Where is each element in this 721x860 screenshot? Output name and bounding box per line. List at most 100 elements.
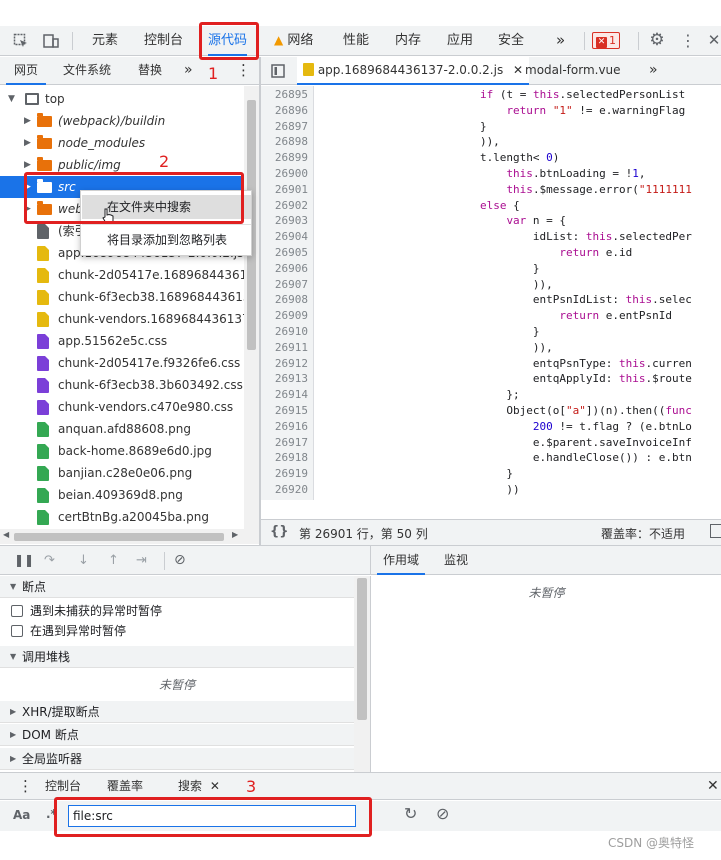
tree-item[interactable]: chunk-6f3ecb38.1689684436137 <box>0 286 244 308</box>
device-toolbar-icon[interactable] <box>38 26 64 55</box>
nav-tab-overrides[interactable]: 替换 <box>138 57 162 84</box>
code-line[interactable]: } <box>321 119 487 135</box>
expanded-triangle-icon[interactable]: ▼ <box>8 88 15 110</box>
clear-icon[interactable]: ⊘ <box>436 804 449 823</box>
editor-tab-app-js[interactable]: app.1689684436137-2.0.0.2.js ✕ <box>297 57 530 85</box>
code-line[interactable]: entqPsnType: this.curren <box>321 356 692 372</box>
tree-item[interactable]: beian.409369d8.png <box>0 484 244 506</box>
close-drawer-icon[interactable]: ✕ <box>707 773 719 799</box>
nav-tab-filesystem[interactable]: 文件系统 <box>63 57 111 84</box>
code-line[interactable]: this.btnLoading = !1, <box>321 166 645 182</box>
line-number[interactable]: 26907 <box>261 277 308 293</box>
error-count-badge[interactable]: ✕ 1 <box>592 32 620 49</box>
gear-icon[interactable]: ⚙ <box>646 26 668 55</box>
section-global-listeners[interactable]: ▶ 全局监听器 <box>0 748 354 770</box>
refresh-icon[interactable]: ↻ <box>404 804 417 823</box>
step-over-icon[interactable]: ↷ <box>44 546 55 575</box>
line-number[interactable]: 26895 <box>261 87 308 103</box>
line-number[interactable]: 26919 <box>261 466 308 482</box>
code-line[interactable]: )) <box>321 482 519 498</box>
code-line[interactable]: )), <box>321 340 553 356</box>
pause-uncaught-checkbox[interactable] <box>11 605 23 617</box>
line-number[interactable]: 26900 <box>261 166 308 182</box>
debugger-scroll-thumb[interactable] <box>357 578 367 720</box>
line-number[interactable]: 26903 <box>261 213 308 229</box>
line-number[interactable]: 26904 <box>261 229 308 245</box>
line-number[interactable]: 26916 <box>261 419 308 435</box>
line-number[interactable]: 26898 <box>261 134 308 150</box>
nav-more-button[interactable]: » <box>184 57 193 84</box>
close-icon[interactable]: ✕ <box>706 26 721 55</box>
line-number[interactable]: 26913 <box>261 371 308 387</box>
code-line[interactable]: return "1" != e.warningFlag <box>321 103 685 119</box>
pause-uncaught-row[interactable]: 遇到未捕获的异常时暂停 <box>0 601 354 621</box>
code-line[interactable]: } <box>321 466 513 482</box>
line-number-gutter[interactable]: 26895 26896 26897 26898 26899 26900 26901 26902… <box>261 86 314 500</box>
line-number[interactable]: 26917 <box>261 435 308 451</box>
pretty-print-icon[interactable]: {} <box>270 524 289 539</box>
code-line[interactable]: }; <box>321 387 519 403</box>
pause-caught-row[interactable]: 在遇到异常时暂停 <box>0 621 354 641</box>
code-line[interactable]: e.$parent.saveInvoiceInf <box>321 435 692 451</box>
tree-item[interactable]: app.51562e5c.css <box>0 330 244 352</box>
tree-item[interactable]: chunk-2d05417e.f9326fe6.css <box>0 352 244 374</box>
pause-caught-checkbox[interactable] <box>11 625 23 637</box>
pause-icon[interactable]: ❚❚ <box>14 546 34 575</box>
nav-kebab-icon[interactable]: ⋮ <box>236 57 251 84</box>
tab-console[interactable]: 控制台 <box>144 26 183 55</box>
drawer-tab-console[interactable]: 控制台 <box>45 773 81 799</box>
code-line[interactable]: else { <box>321 198 520 214</box>
file-tree-hscroll-thumb[interactable] <box>14 533 224 541</box>
tree-item[interactable]: back-home.8689e6d0.jpg <box>0 440 244 462</box>
kebab-menu-icon[interactable]: ⋮ <box>678 26 698 55</box>
more-tabs-button[interactable]: » <box>556 26 565 55</box>
line-number[interactable]: 26905 <box>261 245 308 261</box>
tree-item[interactable]: ▶ (webpack)/buildin <box>0 110 244 132</box>
step-into-icon[interactable]: ↓ <box>78 546 89 575</box>
line-number[interactable]: 26899 <box>261 150 308 166</box>
close-tab-icon[interactable]: ✕ <box>513 63 523 77</box>
tab-performance[interactable]: 性能 <box>343 26 369 55</box>
line-number[interactable]: 26902 <box>261 198 308 214</box>
toggle-navigator-icon[interactable] <box>269 57 287 86</box>
step-out-icon[interactable]: ↑ <box>108 546 119 575</box>
section-breakpoints[interactable]: ▼ 断点 <box>0 576 354 598</box>
tab-elements[interactable]: 元素 <box>92 26 118 55</box>
code-line[interactable]: } <box>321 261 540 277</box>
section-xhr-breakpoints[interactable]: ▶ XHR/提取断点 <box>0 701 354 723</box>
inspect-element-icon[interactable] <box>8 26 34 55</box>
code-line[interactable]: e.handleClose()) : e.btn <box>321 450 692 466</box>
line-number[interactable]: 26906 <box>261 261 308 277</box>
tree-item[interactable]: banjian.c28e0e06.png <box>0 462 244 484</box>
drawer-tab-search[interactable]: 搜索 ✕ <box>172 773 240 800</box>
tab-memory[interactable]: 内存 <box>395 26 421 55</box>
line-number[interactable]: 26901 <box>261 182 308 198</box>
code-line[interactable]: idList: this.selectedPer <box>321 229 692 245</box>
drawer-tab-coverage[interactable]: 覆盖率 <box>107 773 143 799</box>
code-line[interactable]: 200 != t.flag ? (e.btnLo <box>321 419 692 435</box>
section-dom-breakpoints[interactable]: ▶ DOM 断点 <box>0 724 354 746</box>
line-number[interactable]: 26914 <box>261 387 308 403</box>
line-number[interactable]: 26912 <box>261 356 308 372</box>
deactivate-breakpoints-icon[interactable]: ⊘ <box>174 546 186 575</box>
code-line[interactable]: t.length< 0) <box>321 150 559 166</box>
collapsed-triangle-icon[interactable]: ▶ <box>24 110 31 132</box>
code-line[interactable]: Object(o["a"])(n).then((func <box>321 403 691 419</box>
step-icon[interactable]: ⇥ <box>136 546 147 575</box>
line-number[interactable]: 26896 <box>261 103 308 119</box>
tree-item[interactable]: anquan.afd88608.png <box>0 418 244 440</box>
sidebar-toggle-icon[interactable] <box>710 524 721 538</box>
tree-item[interactable]: chunk-2d05417e.1689684436137 <box>0 264 244 286</box>
scroll-right-icon[interactable]: ▶ <box>232 530 238 539</box>
tree-item[interactable]: ▼ top <box>0 88 244 110</box>
code-line[interactable]: this.$message.error("1111111 <box>321 182 691 198</box>
line-number[interactable]: 26915 <box>261 403 308 419</box>
code-line[interactable]: entqApplyId: this.$route <box>321 371 692 387</box>
line-number[interactable]: 26910 <box>261 324 308 340</box>
nav-tab-page[interactable]: 网页 <box>5 57 47 85</box>
collapsed-triangle-icon[interactable]: ▶ <box>24 132 31 154</box>
close-search-tab-icon[interactable]: ✕ <box>210 779 220 793</box>
code-line[interactable]: )), <box>321 277 553 293</box>
code-line[interactable]: )), <box>321 134 500 150</box>
code-line[interactable]: return e.entPsnId <box>321 308 672 324</box>
